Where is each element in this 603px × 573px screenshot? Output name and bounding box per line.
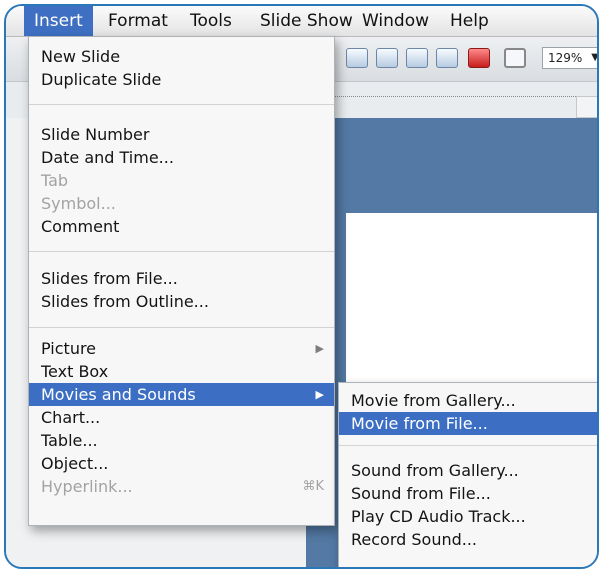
menu-item-picture-label: Picture [41, 339, 97, 358]
chart-icon[interactable] [376, 48, 398, 68]
app-window: Insert Format Tools Slide Show Window He… [4, 4, 599, 569]
toolbox-icon[interactable] [468, 48, 490, 68]
table-icon[interactable] [346, 48, 368, 68]
menu-item-slides-from-outline[interactable]: Slides from Outline... [29, 290, 334, 313]
menu-item-object[interactable]: Object... [29, 452, 334, 475]
menu-bar: Insert Format Tools Slide Show Window He… [6, 6, 597, 37]
menu-item-slide-number[interactable]: Slide Number [29, 123, 334, 146]
menu-item-text-box[interactable]: Text Box [29, 360, 334, 383]
menu-item-picture[interactable]: Picture ▶ [29, 337, 334, 360]
menu-separator [339, 445, 597, 446]
shortcut-label: ⌘K [302, 479, 324, 494]
submenu-arrow-icon: ▶ [315, 342, 324, 355]
menu-item-sound-from-file[interactable]: Sound from File... [339, 482, 597, 505]
menu-item-hyperlink-label: Hyperlink... [41, 477, 133, 496]
menu-item-movies-and-sounds[interactable]: Movies and Sounds ▶ [29, 383, 334, 406]
menu-item-movie-from-file[interactable]: Movie from File... [339, 412, 597, 435]
menu-separator [29, 327, 334, 328]
menu-slide-show[interactable]: Slide Show [250, 6, 363, 36]
zoom-dropdown-arrow-icon: ▼ [591, 52, 599, 63]
menu-item-tab: Tab [41, 171, 69, 190]
media-icon[interactable] [436, 48, 458, 68]
image-icon[interactable] [406, 48, 428, 68]
menu-item-symbol: Symbol... [41, 194, 116, 213]
menu-separator [29, 104, 334, 105]
menu-item-movies-and-sounds-label: Movies and Sounds [41, 385, 196, 404]
menu-item-hyperlink: Hyperlink... ⌘K [29, 475, 334, 498]
horizontal-ruler [326, 82, 597, 97]
zoom-select[interactable]: 129% ▼ [542, 47, 599, 69]
menu-help[interactable]: Help [440, 6, 499, 36]
menu-item-date-and-time[interactable]: Date and Time... [29, 146, 334, 169]
pane-tab[interactable] [576, 96, 597, 118]
menu-item-sound-from-gallery[interactable]: Sound from Gallery... [339, 459, 597, 482]
menu-window[interactable]: Window [352, 6, 439, 36]
zoom-value: 129% [548, 51, 583, 65]
menu-tools[interactable]: Tools [180, 6, 242, 36]
menu-item-movie-from-gallery[interactable]: Movie from Gallery... [339, 389, 597, 412]
menu-item-new-slide[interactable]: New Slide [29, 45, 334, 68]
insert-menu: New Slide Duplicate Slide Slide Number D… [28, 36, 335, 526]
submenu-arrow-icon: ▶ [315, 388, 324, 401]
menu-item-play-cd-audio-track[interactable]: Play CD Audio Track... [339, 505, 597, 528]
menu-item-chart[interactable]: Chart... [29, 406, 334, 429]
menu-item-duplicate-slide[interactable]: Duplicate Slide [29, 68, 334, 91]
movies-and-sounds-submenu: Movie from Gallery... Movie from File...… [338, 382, 597, 567]
menu-separator [29, 251, 334, 252]
menu-format[interactable]: Format [98, 6, 178, 36]
menu-item-record-sound[interactable]: Record Sound... [339, 528, 597, 551]
menu-item-comment[interactable]: Comment [29, 215, 334, 238]
menu-item-slides-from-file[interactable]: Slides from File... [29, 267, 334, 290]
textbox-icon[interactable] [504, 48, 526, 68]
menu-insert[interactable]: Insert [24, 6, 93, 36]
menu-item-table[interactable]: Table... [29, 429, 334, 452]
